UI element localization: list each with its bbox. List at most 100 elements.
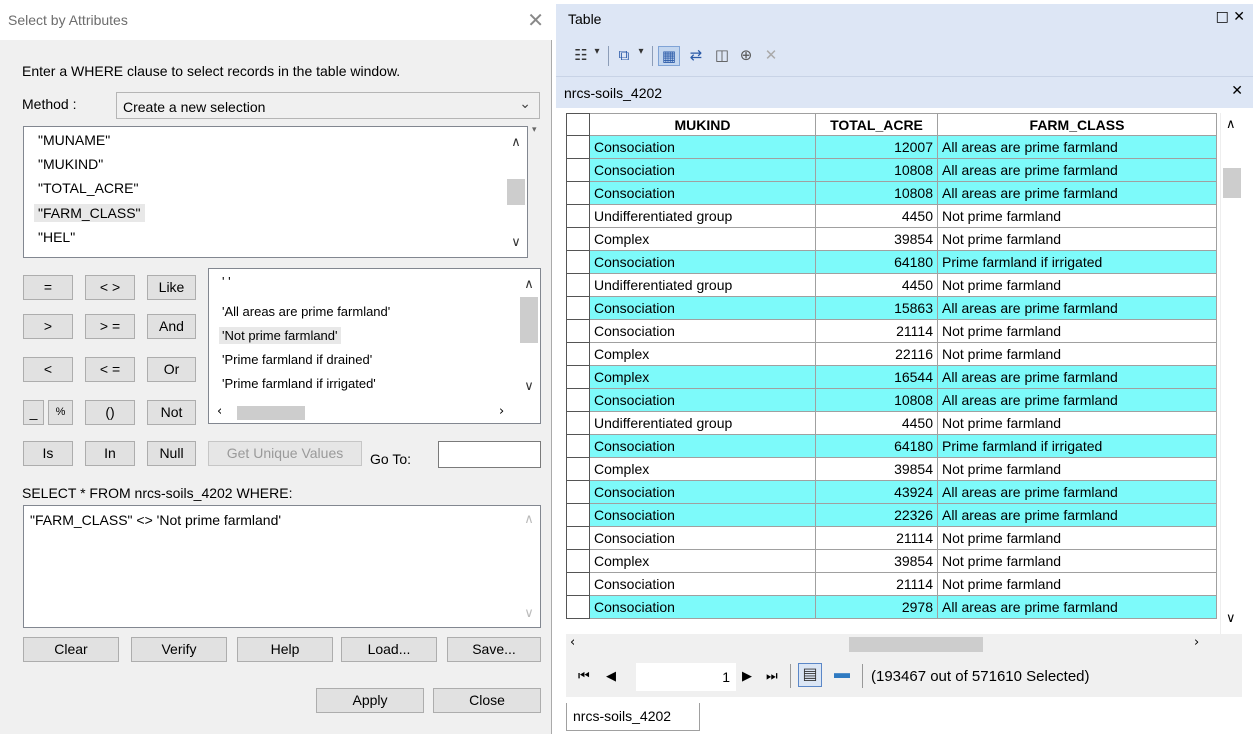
- cell-mukind[interactable]: Consociation: [590, 297, 816, 320]
- save-button[interactable]: Save...: [447, 637, 541, 662]
- values-vertical-scrollbar[interactable]: ∧ ∨: [518, 269, 540, 403]
- table-row[interactable]: Consociation 10808 All areas are prime far…: [566, 159, 1217, 182]
- window-controls[interactable]: □ ✕: [1216, 9, 1245, 25]
- table-row[interactable]: Complex 39854 Not prime farmland: [566, 550, 1217, 573]
- cell-mukind[interactable]: Complex: [590, 343, 816, 366]
- underscore-button[interactable]: _: [23, 400, 44, 425]
- table-row[interactable]: Consociation 10808 All areas are prime far…: [566, 389, 1217, 412]
- or-button[interactable]: Or: [147, 357, 196, 382]
- row-selector-cell[interactable]: [566, 481, 590, 504]
- scroll-up-icon[interactable]: ∧: [518, 277, 540, 292]
- cell-total-acre[interactable]: 39854: [816, 228, 938, 251]
- close-icon[interactable]: ✕: [1231, 83, 1243, 99]
- equals-button[interactable]: =: [23, 275, 73, 300]
- cell-total-acre[interactable]: 21114: [816, 527, 938, 550]
- cell-total-acre[interactable]: 64180: [816, 435, 938, 458]
- cell-farm-class[interactable]: Not prime farmland: [938, 458, 1217, 481]
- last-record-icon[interactable]: ⏭: [766, 669, 778, 684]
- method-dropdown[interactable]: Create a new selection ⌄: [116, 92, 540, 119]
- cell-mukind[interactable]: Complex: [590, 458, 816, 481]
- row-selector-cell[interactable]: [566, 205, 590, 228]
- cell-total-acre[interactable]: 21114: [816, 320, 938, 343]
- cell-total-acre[interactable]: 10808: [816, 182, 938, 205]
- table-row[interactable]: Consociation 64180 Prime farmland if irrig…: [566, 251, 1217, 274]
- cell-farm-class[interactable]: All areas are prime farmland: [938, 182, 1217, 205]
- related-tables-icon[interactable]: ⧉: [614, 46, 634, 66]
- cell-total-acre[interactable]: 39854: [816, 550, 938, 573]
- table-row[interactable]: Consociation 22326 All areas are prime far…: [566, 504, 1217, 527]
- column-header-farm-class[interactable]: FARM_CLASS: [938, 113, 1217, 136]
- cell-mukind[interactable]: Consociation: [590, 320, 816, 343]
- close-icon[interactable]: ✕: [527, 8, 544, 32]
- in-button[interactable]: In: [85, 441, 135, 466]
- row-selector-cell[interactable]: [566, 412, 590, 435]
- cell-farm-class[interactable]: Not prime farmland: [938, 412, 1217, 435]
- table-row[interactable]: Undifferentiated group 4450 Not prime farm…: [566, 205, 1217, 228]
- table-horizontal-scrollbar[interactable]: ‹ ›: [566, 634, 1242, 655]
- table-row[interactable]: Complex 39854 Not prime farmland: [566, 458, 1217, 481]
- goto-input[interactable]: [438, 441, 541, 468]
- cell-mukind[interactable]: Consociation: [590, 251, 816, 274]
- zoom-to-selected-icon[interactable]: ⊕: [736, 46, 756, 66]
- cell-mukind[interactable]: Consociation: [590, 481, 816, 504]
- cell-total-acre[interactable]: 10808: [816, 389, 938, 412]
- table-options-icon[interactable]: ☷: [572, 46, 590, 66]
- field-list[interactable]: "MUNAME" "MUKIND" "TOTAL_ACRE" "FARM_CLA…: [23, 126, 528, 258]
- cell-mukind[interactable]: Consociation: [590, 504, 816, 527]
- scroll-thumb[interactable]: [237, 406, 305, 420]
- cell-farm-class[interactable]: All areas are prime farmland: [938, 366, 1217, 389]
- null-button[interactable]: Null: [147, 441, 196, 466]
- table-row[interactable]: Complex 16544 All areas are prime farmland: [566, 366, 1217, 389]
- table-row[interactable]: Complex 39854 Not prime farmland: [566, 228, 1217, 251]
- greater-equal-button[interactable]: > =: [85, 314, 135, 339]
- cell-total-acre[interactable]: 2978: [816, 596, 938, 619]
- where-scrollbar[interactable]: ∧ ∨: [518, 506, 540, 627]
- header-selector-cell[interactable]: [566, 113, 590, 136]
- row-selector-cell[interactable]: [566, 366, 590, 389]
- value-item-selected[interactable]: 'Not prime farmland': [219, 327, 341, 344]
- field-item-selected[interactable]: "FARM_CLASS": [34, 204, 145, 222]
- value-item[interactable]: ' ': [219, 273, 234, 290]
- cell-total-acre[interactable]: 43924: [816, 481, 938, 504]
- table-row[interactable]: Consociation 2978 All areas are prime farm…: [566, 596, 1217, 619]
- record-number-input[interactable]: 1: [636, 663, 736, 691]
- values-horizontal-scrollbar[interactable]: ‹ ›: [209, 403, 520, 423]
- scroll-thumb[interactable]: [1223, 168, 1241, 198]
- cell-farm-class[interactable]: Not prime farmland: [938, 573, 1217, 596]
- cell-total-acre[interactable]: 64180: [816, 251, 938, 274]
- less-than-button[interactable]: <: [23, 357, 73, 382]
- next-record-icon[interactable]: ▶: [742, 669, 752, 684]
- value-item[interactable]: 'All areas are prime farmland': [219, 303, 393, 320]
- where-clause-editor[interactable]: "FARM_CLASS" <> 'Not prime farmland' ∧ ∨: [23, 505, 541, 628]
- column-header-total-acre[interactable]: TOTAL_ACRE: [816, 113, 938, 136]
- scroll-down-icon[interactable]: ∨: [518, 379, 540, 394]
- table-row[interactable]: Undifferentiated group 4450 Not prime farm…: [566, 274, 1217, 297]
- cell-total-acre[interactable]: 15863: [816, 297, 938, 320]
- row-selector-cell[interactable]: [566, 274, 590, 297]
- table-row[interactable]: Consociation 43924 All areas are prime far…: [566, 481, 1217, 504]
- clear-selection-icon[interactable]: ◫: [712, 46, 732, 66]
- cell-farm-class[interactable]: All areas are prime farmland: [938, 596, 1217, 619]
- table-row[interactable]: Consociation 64180 Prime farmland if irrig…: [566, 435, 1217, 458]
- cell-mukind[interactable]: Consociation: [590, 573, 816, 596]
- cell-farm-class[interactable]: Prime farmland if irrigated: [938, 435, 1217, 458]
- first-record-icon[interactable]: ⏮: [578, 669, 590, 684]
- switch-selection-icon[interactable]: ⇄: [686, 46, 706, 66]
- cell-mukind[interactable]: Consociation: [590, 159, 816, 182]
- field-item[interactable]: "HEL": [34, 228, 79, 246]
- table-row[interactable]: Consociation 12007 All areas are prime far…: [566, 136, 1217, 159]
- show-all-records-icon[interactable]: ▤: [798, 663, 822, 687]
- cell-total-acre[interactable]: 10808: [816, 159, 938, 182]
- cell-mukind[interactable]: Consociation: [590, 527, 816, 550]
- row-selector-cell[interactable]: [566, 297, 590, 320]
- cell-mukind[interactable]: Complex: [590, 366, 816, 389]
- field-item[interactable]: "MUKIND": [34, 155, 107, 173]
- scroll-up-icon[interactable]: ∧: [518, 512, 540, 527]
- value-item[interactable]: 'Prime farmland if drained': [219, 351, 375, 368]
- select-by-attributes-icon[interactable]: ▦: [658, 46, 680, 66]
- row-selector-cell[interactable]: [566, 389, 590, 412]
- greater-than-button[interactable]: >: [23, 314, 73, 339]
- verify-button[interactable]: Verify: [131, 637, 227, 662]
- row-selector-cell[interactable]: [566, 159, 590, 182]
- cell-farm-class[interactable]: All areas are prime farmland: [938, 136, 1217, 159]
